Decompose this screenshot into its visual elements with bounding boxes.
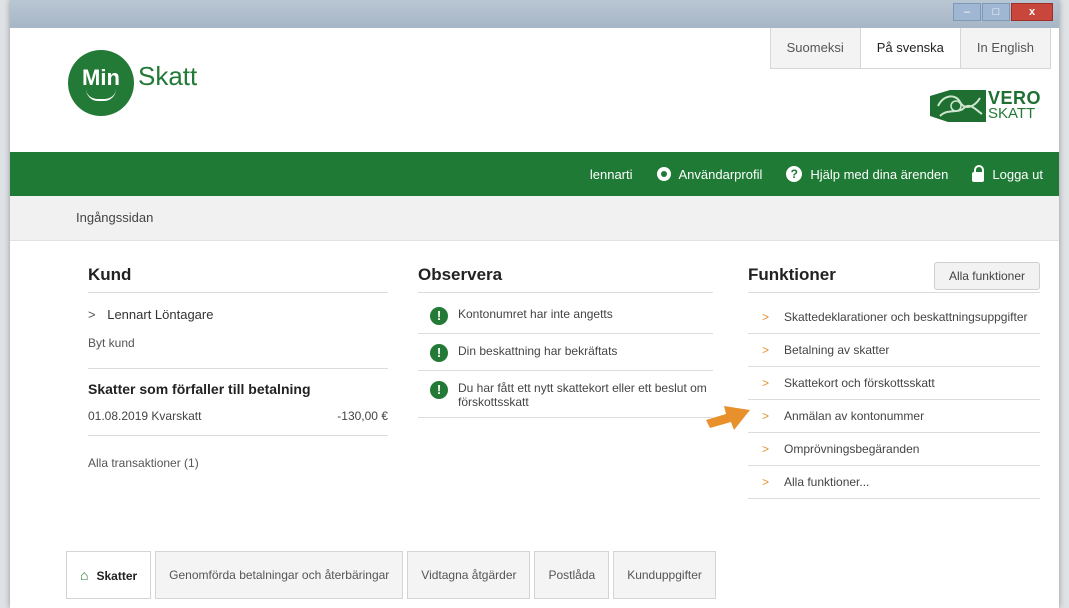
- tax-row[interactable]: 01.08.2019 Kvarskatt -130,00 €: [88, 409, 388, 436]
- nav-user-profile[interactable]: Användarprofil: [656, 166, 763, 182]
- all-functions-button[interactable]: Alla funktioner: [933, 262, 1040, 290]
- tab-customer-info[interactable]: Kunduppgifter: [613, 551, 716, 599]
- logo-circle: Min: [68, 50, 134, 116]
- function-label: Betalning av skatter: [784, 343, 890, 357]
- taxes-due-title: Skatter som förfaller till betalning: [88, 381, 311, 397]
- vero-text: VERO: [987, 88, 1041, 108]
- nav-logout[interactable]: Logga ut: [972, 165, 1043, 182]
- tab-mailbox[interactable]: Postlåda: [534, 551, 610, 599]
- home-icon: ⌂: [80, 567, 89, 583]
- window-controls: – □ x: [953, 3, 1053, 21]
- chevron-right-icon: >: [88, 307, 96, 322]
- customer-name-link[interactable]: > Lennart Löntagare: [88, 307, 388, 322]
- nav-help[interactable]: ? Hjälp med dina ärenden: [786, 166, 948, 182]
- top-nav: lennarti Användarprofil ? Hjälp med dina…: [10, 152, 1059, 196]
- help-label: Hjälp med dina ärenden: [810, 166, 949, 182]
- gear-icon: [656, 167, 671, 181]
- divider: [88, 368, 388, 369]
- minimize-icon[interactable]: –: [953, 3, 981, 21]
- function-item-tax-returns[interactable]: > Skattedeklarationer och beskattningsup…: [748, 301, 1040, 334]
- logo-circle-text: Min: [82, 65, 120, 90]
- function-item-tax-card[interactable]: > Skattekort och förskottsskatt: [748, 367, 1040, 400]
- tax-row-description: 01.08.2019 Kvarskatt: [88, 409, 202, 423]
- notice-text: Kontonumret har inte angetts: [458, 307, 613, 321]
- function-label: Alla funktioner...: [784, 475, 870, 489]
- function-item-account-number[interactable]: > Anmälan av kontonummer: [748, 400, 1040, 433]
- window-titlebar: – □ x: [10, 0, 1059, 28]
- function-label: Anmälan av kontonummer: [784, 409, 925, 423]
- functions-panel: Funktioner Alla funktioner > Skattedekla…: [748, 262, 1040, 499]
- lock-icon: [972, 165, 985, 182]
- tax-row-amount: -130,00 €: [337, 409, 388, 423]
- language-switcher: Suomeksi På svenska In English: [769, 28, 1051, 69]
- user-profile-label: Användarprofil: [678, 166, 763, 182]
- chevron-right-icon: >: [762, 343, 770, 357]
- notices-title: Observera: [418, 262, 713, 293]
- minskatt-logo[interactable]: Min Skatt: [68, 50, 197, 116]
- logout-label: Logga ut: [992, 166, 1043, 182]
- function-label: Skattekort och förskottsskatt: [784, 376, 935, 390]
- lang-swedish[interactable]: På svenska: [859, 28, 961, 69]
- notice-item[interactable]: ! Du har fått ett nytt skattekort eller …: [418, 371, 713, 418]
- logo-word: Skatt: [138, 60, 198, 91]
- notice-text: Din beskattning har bekräftats: [458, 344, 618, 358]
- lang-english[interactable]: In English: [959, 28, 1051, 69]
- function-item-tax-payment[interactable]: > Betalning av skatter: [748, 334, 1040, 367]
- pointer-arrow-icon: [706, 406, 750, 430]
- bottom-tabs: ⌂ Skatter Genomförda betalningar och åter…: [66, 551, 720, 599]
- function-item-reconsideration[interactable]: > Omprövningsbegäranden: [748, 433, 1040, 466]
- close-icon[interactable]: x: [1011, 3, 1053, 21]
- tab-actions[interactable]: Vidtagna åtgärder: [407, 551, 531, 599]
- vero-emblem-icon: [929, 90, 986, 122]
- exclamation-icon: !: [430, 381, 448, 399]
- logo-smile-icon: [86, 89, 116, 101]
- lang-finnish[interactable]: Suomeksi: [769, 28, 861, 69]
- help-icon: ?: [786, 166, 803, 182]
- tab-skatter[interactable]: ⌂ Skatter: [66, 551, 152, 599]
- tab-payments[interactable]: Genomförda betalningar och återbäringar: [155, 551, 404, 599]
- exclamation-icon: !: [430, 307, 448, 325]
- change-customer-link[interactable]: Byt kund: [88, 336, 388, 350]
- tab-label: Skatter: [96, 569, 138, 583]
- function-item-all[interactable]: > Alla funktioner...: [748, 466, 1040, 499]
- browser-window: – □ x Suomeksi På svenska In English Min…: [10, 0, 1059, 608]
- chevron-right-icon: >: [762, 409, 770, 423]
- exclamation-icon: !: [430, 344, 448, 362]
- customer-panel: Kund > Lennart Löntagare Byt kund Skatte…: [88, 262, 388, 470]
- all-transactions-link[interactable]: Alla transaktioner (1): [88, 456, 388, 470]
- chevron-right-icon: >: [762, 442, 770, 456]
- notice-item[interactable]: ! Kontonumret har inte angetts: [418, 297, 713, 334]
- chevron-right-icon: >: [762, 310, 770, 324]
- functions-list: > Skattedeklarationer och beskattningsup…: [748, 301, 1040, 499]
- breadcrumb-home[interactable]: Ingångssidan: [76, 210, 153, 225]
- breadcrumb: Ingångssidan: [10, 196, 1059, 241]
- skatt-text: SKATT: [987, 105, 1036, 122]
- username-label: lennarti: [589, 166, 633, 182]
- nav-username[interactable]: lennarti: [590, 167, 633, 182]
- chevron-right-icon: >: [762, 376, 770, 390]
- vero-logo: VERO SKATT: [929, 88, 1041, 124]
- notice-text: Du har fått ett nytt skattekort eller et…: [458, 381, 707, 409]
- maximize-icon[interactable]: □: [982, 3, 1010, 21]
- notices-panel: Observera ! Kontonumret har inte angetts…: [418, 262, 713, 418]
- customer-name: Lennart Löntagare: [107, 307, 214, 322]
- function-label: Omprövningsbegäranden: [784, 442, 920, 456]
- chevron-right-icon: >: [762, 475, 770, 489]
- customer-title: Kund: [88, 262, 388, 293]
- notice-item[interactable]: ! Din beskattning har bekräftats: [418, 334, 713, 371]
- function-label: Skattedeklarationer och beskattningsuppg…: [784, 310, 1028, 324]
